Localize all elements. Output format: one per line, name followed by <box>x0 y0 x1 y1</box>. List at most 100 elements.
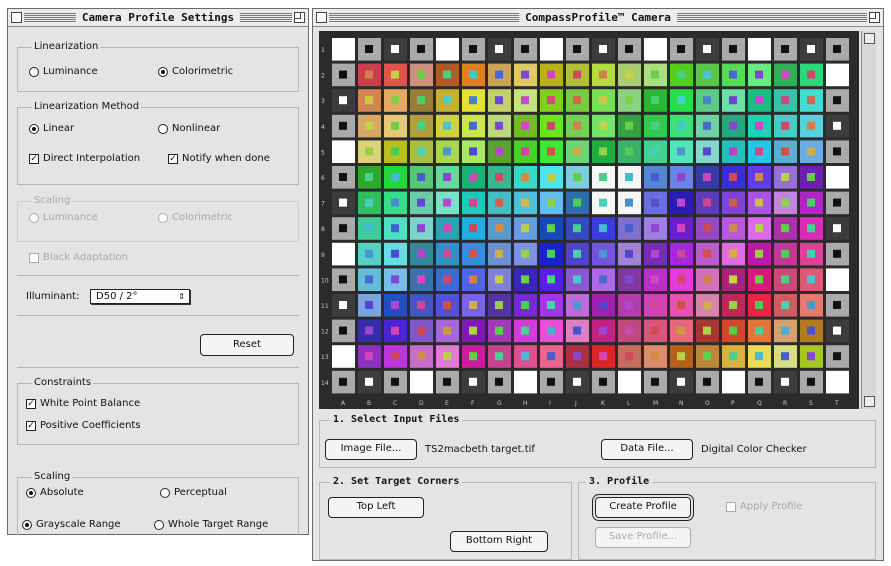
patch-center-marker <box>755 70 763 79</box>
patch-center-marker <box>677 147 685 156</box>
radio-nonlinear[interactable]: Nonlinear <box>158 123 220 134</box>
radio-absolute[interactable]: Absolute <box>26 487 84 498</box>
patch-center-marker <box>651 96 659 105</box>
patch-center-marker <box>599 352 607 361</box>
patch-center-marker <box>781 326 789 335</box>
close-box-icon[interactable] <box>11 12 22 23</box>
patch-center-marker <box>599 96 607 105</box>
illuminant-label: Illuminant: <box>26 291 80 302</box>
patch-center-marker <box>469 121 477 130</box>
patch-center-marker <box>651 275 659 284</box>
vertical-scrollbar[interactable] <box>861 31 876 409</box>
patch-center-marker <box>833 45 841 53</box>
patch-center-marker <box>495 121 503 130</box>
patch-center-marker <box>755 173 763 181</box>
image-file-button[interactable]: Image File... <box>325 439 417 460</box>
checkbox-direct-interpolation[interactable]: ✓ Direct Interpolation <box>29 153 140 164</box>
radio-perceptual[interactable]: Perceptual <box>160 487 227 498</box>
checkbox-white-point-balance[interactable]: ✓ White Point Balance <box>26 398 140 409</box>
patch-center-marker <box>807 275 815 284</box>
patch-center-marker <box>573 198 581 207</box>
scroll-down-arrow-icon[interactable] <box>864 396 875 407</box>
divider <box>17 315 299 316</box>
patch-center-marker <box>833 377 841 386</box>
column-label: B <box>367 400 371 407</box>
patch-center-marker <box>365 352 373 361</box>
patch-center-marker <box>443 249 451 258</box>
patch-center-marker <box>625 326 633 335</box>
linearization-method-group <box>17 107 299 185</box>
patch-center-marker <box>339 121 347 130</box>
patch-center-marker <box>807 121 815 130</box>
patch-center-marker <box>651 147 659 156</box>
illuminant-popup[interactable]: D50 / 2° ⇕ <box>90 289 190 304</box>
patch-center-marker <box>703 173 711 181</box>
patch-center-marker <box>391 249 399 258</box>
patch-center-marker <box>417 45 425 53</box>
close-box-icon[interactable] <box>316 12 327 23</box>
option-label: Colorimetric <box>172 212 234 223</box>
divider <box>17 275 299 276</box>
patch-center-marker <box>521 173 529 181</box>
bottom-right-button[interactable]: Bottom Right <box>450 531 548 552</box>
checkbox-notify-when-done[interactable]: ✓ Notify when done <box>168 153 270 164</box>
patch-center-marker <box>781 352 789 361</box>
patch-center-marker <box>807 249 815 258</box>
linearization-method-label: Linearization Method <box>32 101 142 112</box>
patch-center-marker <box>495 147 503 156</box>
radio-linear[interactable]: Linear <box>29 123 74 134</box>
create-profile-button[interactable]: Create Profile <box>595 497 691 518</box>
patch-center-marker <box>781 377 789 386</box>
patch-center-marker <box>495 173 503 181</box>
patch-center-marker <box>443 198 451 207</box>
patch-center-marker <box>703 45 711 53</box>
reset-button[interactable]: Reset <box>200 334 294 356</box>
patch-center-marker <box>599 326 607 335</box>
profile-group <box>578 482 876 560</box>
data-file-value: Digital Color Checker <box>701 444 807 455</box>
data-file-button[interactable]: Data File... <box>601 439 693 460</box>
patch-center-marker <box>599 173 607 181</box>
patch-center-marker <box>833 352 841 361</box>
zoom-box-icon[interactable] <box>869 12 880 23</box>
patch-center-marker <box>391 70 399 79</box>
patch-center-marker <box>573 173 581 181</box>
patch-center-marker <box>625 96 633 105</box>
top-left-button[interactable]: Top Left <box>328 497 424 518</box>
patch-center-marker <box>729 96 737 105</box>
title-bar[interactable]: Camera Profile Settings <box>8 9 308 27</box>
patch-center-marker <box>703 147 711 156</box>
patch-center-marker <box>391 198 399 207</box>
option-label: Direct Interpolation <box>43 153 141 164</box>
patch-center-marker <box>443 45 451 53</box>
patch-center-marker <box>417 96 425 105</box>
patch-center-marker <box>573 377 581 386</box>
radio-whole-target-range[interactable]: Whole Target Range <box>154 519 268 530</box>
radio-colorimetric[interactable]: Colorimetric <box>158 66 233 77</box>
scroll-up-arrow-icon[interactable] <box>864 33 875 44</box>
patch-center-marker <box>755 377 763 386</box>
checkbox-positive-coefficients[interactable]: ✓ Positive Coefficients <box>26 420 141 431</box>
radio-grayscale-range[interactable]: Grayscale Range <box>22 519 121 530</box>
patch-center-marker <box>807 377 815 386</box>
patch-center-marker <box>365 45 373 53</box>
patch-center-marker <box>833 173 841 181</box>
patch-center-marker <box>781 249 789 258</box>
radio-luminance[interactable]: Luminance <box>29 66 98 77</box>
radio-icon <box>160 487 170 498</box>
column-label: H <box>523 400 528 407</box>
patch-center-marker <box>833 249 841 258</box>
patch-center-marker <box>573 121 581 130</box>
patch-center-marker <box>677 352 685 361</box>
patch-center-marker <box>755 147 763 156</box>
row-label: 1 <box>321 47 325 54</box>
patch-center-marker <box>417 301 425 309</box>
patch-center-marker <box>417 249 425 258</box>
patch-center-marker <box>365 301 373 309</box>
color-target-image[interactable]: 1 2 3 4 5 6 7 8 9 10 11 12 13 14 A B C D E F G H I J K L M N O P Q R S T <box>319 31 859 409</box>
patch-center-marker <box>807 301 815 309</box>
option-label: Perceptual <box>174 487 227 498</box>
title-bar[interactable]: CompassProfile™ Camera <box>313 9 883 27</box>
patch-center-marker <box>833 326 841 335</box>
zoom-box-icon[interactable] <box>294 12 305 23</box>
